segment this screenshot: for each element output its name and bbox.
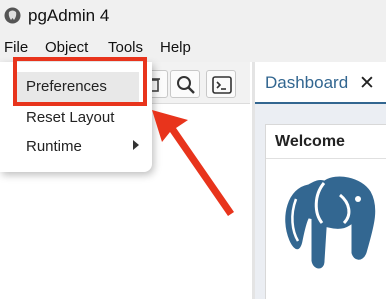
tab-dashboard-label: Dashboard bbox=[265, 73, 349, 92]
welcome-card: Welcome bbox=[265, 124, 386, 299]
welcome-card-header: Welcome bbox=[266, 125, 386, 159]
menu-object[interactable]: Object bbox=[45, 39, 88, 56]
postgresql-elephant-icon bbox=[282, 173, 379, 272]
tab-dashboard[interactable]: Dashboard ✕ bbox=[255, 62, 386, 104]
search-button[interactable] bbox=[170, 70, 200, 98]
terminal-icon bbox=[212, 76, 232, 94]
welcome-title: Welcome bbox=[275, 133, 345, 150]
menu-help[interactable]: Help bbox=[160, 39, 191, 56]
menu-tools[interactable]: Tools bbox=[108, 39, 143, 56]
search-icon bbox=[177, 76, 195, 94]
pgadmin-logo-icon bbox=[4, 7, 21, 24]
dashboard-panel: Welcome bbox=[255, 104, 386, 299]
menu-item-reset-layout[interactable]: Reset Layout bbox=[26, 109, 114, 126]
annotation-arrow-icon bbox=[152, 110, 234, 216]
annotation-highlight-box bbox=[13, 57, 147, 106]
terminal-button[interactable] bbox=[206, 70, 236, 98]
chevron-right-icon bbox=[133, 140, 139, 150]
menu-file[interactable]: File bbox=[4, 39, 28, 56]
close-icon[interactable]: ✕ bbox=[359, 72, 375, 95]
menu-item-runtime[interactable]: Runtime bbox=[26, 138, 82, 155]
tab-bar: Dashboard ✕ bbox=[255, 62, 386, 104]
title-bar: pgAdmin 4 bbox=[0, 0, 386, 34]
window-title: pgAdmin 4 bbox=[28, 6, 110, 25]
